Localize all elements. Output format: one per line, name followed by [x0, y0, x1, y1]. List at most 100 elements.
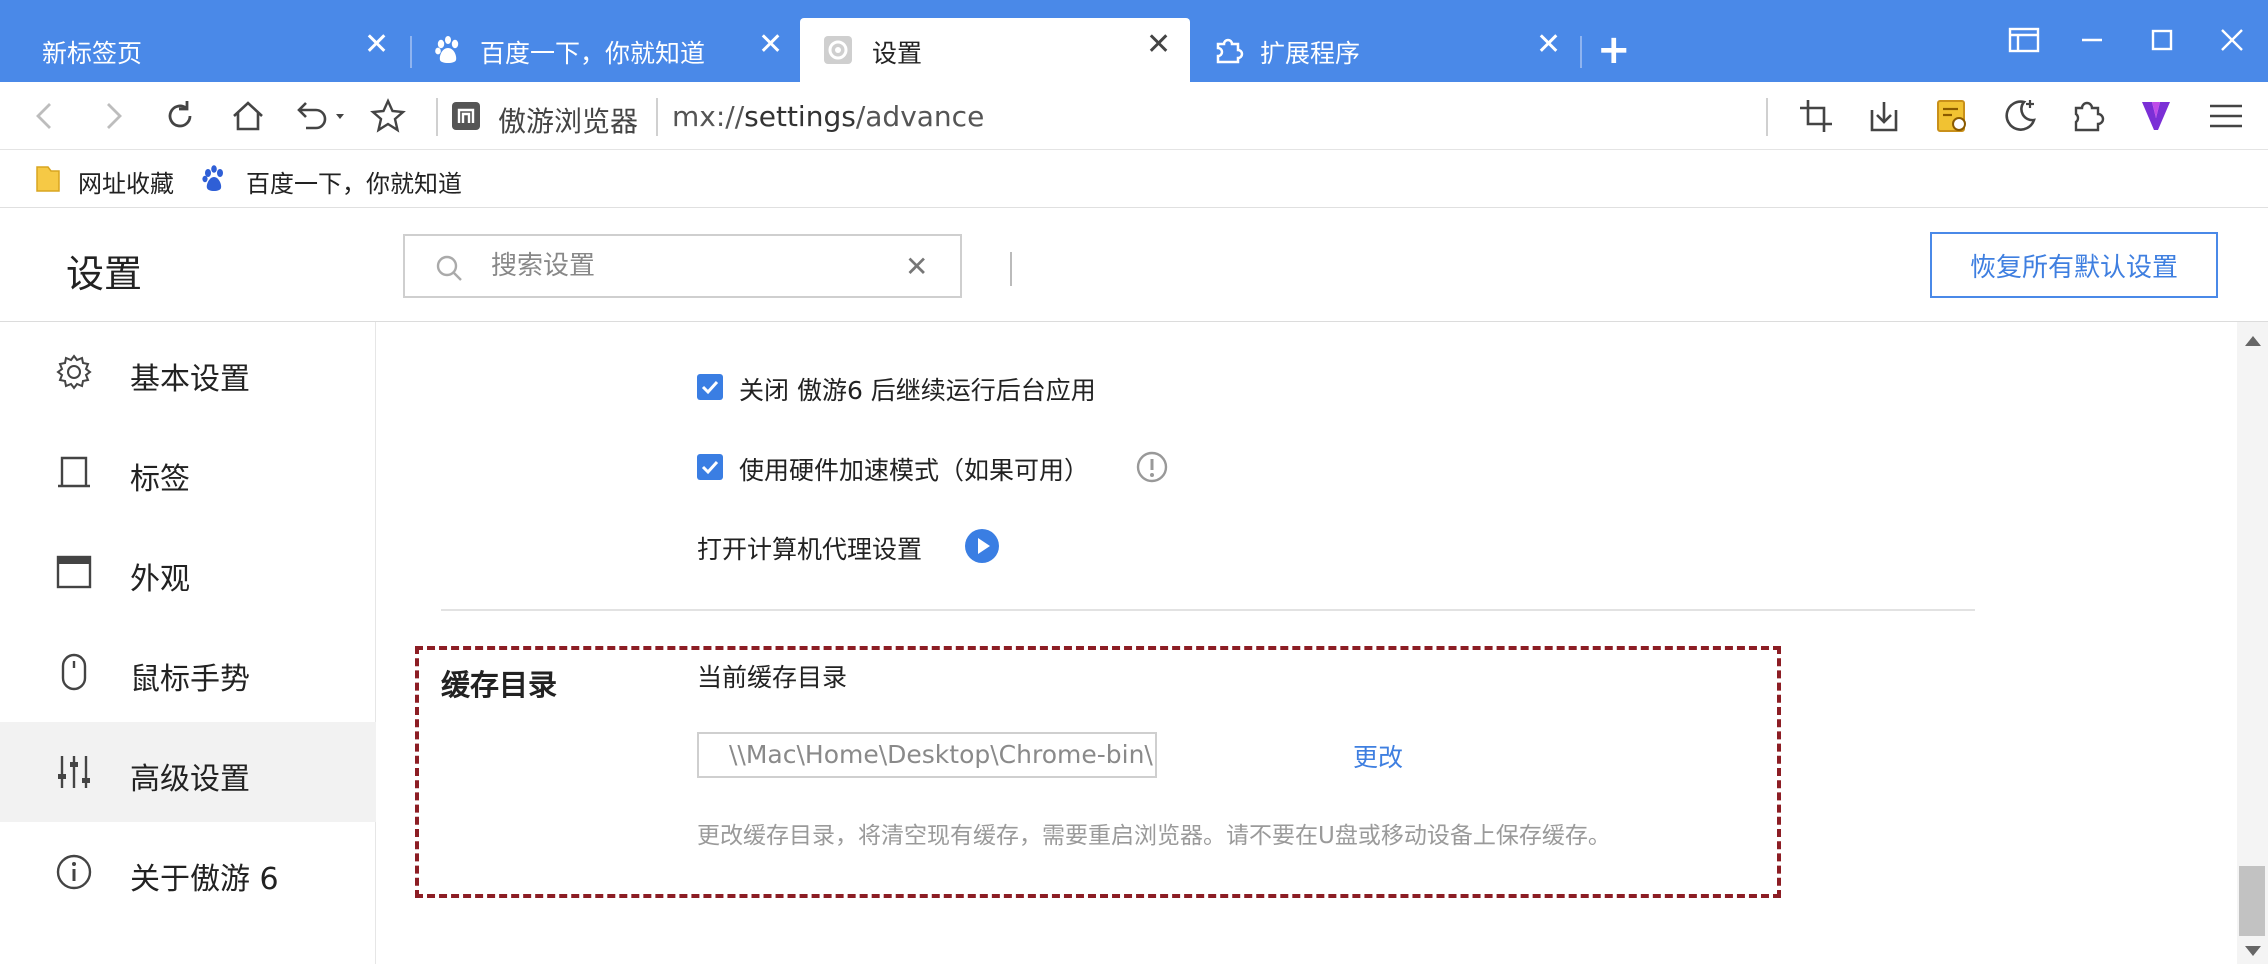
search-icon: [436, 255, 462, 281]
scroll-up-arrow-icon[interactable]: [2245, 336, 2261, 346]
notes-icon[interactable]: [1932, 96, 1972, 136]
url-field[interactable]: mx://settings/advance: [672, 100, 984, 133]
screenshot-icon[interactable]: [1796, 96, 1836, 136]
title-bar: 新标签页 ✕ 百度一下，你就知道 ✕ 设置 ✕ 扩展程序 ✕ +: [0, 0, 2268, 82]
gear-icon: [56, 354, 92, 390]
site-name: 傲游浏览器: [498, 105, 639, 138]
settings-content: 关闭 傲游6 后继续运行后台应用 使用硬件加速模式（如果可用） 打开计算机代理设…: [377, 322, 2237, 964]
url-path: /advance: [855, 100, 985, 133]
section-divider: [441, 609, 1975, 611]
close-window-icon[interactable]: [2212, 20, 2252, 60]
sidebar-item-label: 高级设置: [130, 762, 250, 797]
checkmark-icon: [701, 380, 719, 395]
new-tab-button[interactable]: +: [1597, 30, 1631, 70]
tab-label: 百度一下，你就知道: [480, 39, 706, 68]
tab-list-icon[interactable]: [2004, 20, 2044, 60]
close-tab-icon[interactable]: ✕: [1536, 30, 1561, 60]
hardware-accel-setting: 使用硬件加速模式（如果可用）: [697, 447, 1089, 487]
night-mode-icon[interactable]: [2000, 96, 2040, 136]
tab-baidu[interactable]: 百度一下，你就知道 ✕: [414, 18, 798, 82]
sidebar-item-basic[interactable]: 基本设置: [0, 322, 376, 422]
proxy-settings-label: 打开计算机代理设置: [697, 535, 923, 564]
puzzle-icon: [1216, 38, 1244, 64]
v-extension-icon[interactable]: [2136, 96, 2176, 136]
tab-icon: [58, 456, 90, 488]
sidebar-item-label: 基本设置: [130, 362, 250, 397]
bookmark-folder[interactable]: 网址收藏: [78, 164, 174, 199]
undo-close-tab-icon[interactable]: [290, 96, 350, 136]
cache-path-field[interactable]: \\Mac\Home\Desktop\Chrome-bin\User Data\…: [697, 732, 1157, 778]
toolbar-separator: [1766, 98, 1768, 136]
scroll-down-arrow-icon[interactable]: [2245, 946, 2261, 956]
maxthon-logo-icon: [452, 102, 480, 130]
warning-info-icon[interactable]: [1135, 450, 1169, 484]
mouse-icon: [61, 653, 87, 691]
close-tab-icon[interactable]: ✕: [1146, 30, 1171, 60]
bookmark-star-icon[interactable]: [368, 96, 408, 136]
settings-header: 设置 ✕ 恢复所有默认设置: [0, 208, 2268, 322]
reload-icon[interactable]: [160, 96, 200, 136]
sidebar-item-about[interactable]: 关于傲游 6: [0, 822, 376, 922]
sidebar-item-label: 关于傲游 6: [130, 862, 279, 897]
baidu-paw-icon: [435, 36, 459, 63]
background-apps-label: 关闭 傲游6 后继续运行后台应用: [739, 376, 1096, 405]
window-icon: [56, 555, 92, 589]
sidebar-item-mouse-gestures[interactable]: 鼠标手势: [0, 622, 376, 722]
home-icon[interactable]: [228, 96, 268, 136]
bookmarks-bar: 网址收藏 百度一下，你就知道: [0, 150, 2268, 208]
download-icon[interactable]: [1864, 96, 1904, 136]
url-prefix: mx://: [672, 100, 745, 133]
tab-label: 新标签页: [42, 39, 143, 68]
back-icon[interactable]: [26, 96, 66, 136]
checkmark-icon: [701, 460, 719, 475]
close-tab-icon[interactable]: ✕: [758, 30, 783, 60]
background-apps-setting: 关闭 傲游6 后继续运行后台应用: [697, 367, 1096, 407]
sliders-icon: [58, 756, 90, 788]
content-scrollbar[interactable]: [2237, 322, 2268, 964]
sidebar-item-tabs[interactable]: 标签: [0, 422, 376, 522]
tab-separator: [410, 36, 412, 68]
sidebar-item-appearance[interactable]: 外观: [0, 522, 376, 622]
tab-extensions[interactable]: 扩展程序 ✕: [1192, 18, 1580, 82]
minimize-icon[interactable]: [2072, 20, 2112, 60]
baidu-paw-icon: [202, 165, 223, 191]
url-separator: [436, 98, 438, 136]
tab-new-tab[interactable]: 新标签页 ✕: [0, 18, 398, 82]
gear-icon: [824, 36, 852, 64]
settings-sidebar: 基本设置 标签 外观 鼠标手势 高级设置 关于傲游 6: [0, 322, 376, 964]
page-title: 设置: [66, 252, 143, 296]
change-cache-link[interactable]: 更改: [1353, 738, 1403, 774]
address-bar: 傲游浏览器 mx://settings/advance: [0, 82, 2268, 150]
cache-hint-text: 更改缓存目录，将清空现有缓存，需要重启浏览器。请不要在U盘或移动设备上保存缓存。: [697, 823, 1611, 849]
tab-settings[interactable]: 设置 ✕: [800, 18, 1190, 82]
search-input[interactable]: [491, 246, 871, 286]
extensions-icon[interactable]: [2068, 96, 2108, 136]
clear-search-icon[interactable]: ✕: [905, 250, 928, 283]
reset-defaults-button[interactable]: 恢复所有默认设置: [1930, 232, 2218, 298]
sidebar-item-label: 标签: [130, 462, 190, 497]
tab-label: 设置: [872, 39, 923, 68]
sidebar-item-label: 鼠标手势: [130, 662, 250, 697]
open-proxy-button-icon[interactable]: [964, 528, 1000, 564]
bookmark-baidu[interactable]: 百度一下，你就知道: [246, 164, 462, 199]
url-host: settings: [744, 100, 856, 133]
tab-label: 扩展程序: [1260, 39, 1361, 68]
sidebar-item-advanced[interactable]: 高级设置: [0, 722, 376, 822]
cache-current-label: 当前缓存目录: [697, 663, 848, 692]
hardware-accel-checkbox[interactable]: [697, 454, 723, 480]
tab-separator: [1580, 36, 1582, 68]
menu-icon[interactable]: [2206, 96, 2246, 136]
forward-icon[interactable]: [92, 96, 132, 136]
search-box[interactable]: ✕: [403, 234, 962, 298]
info-icon: [56, 854, 92, 890]
url-separator: [656, 98, 658, 136]
cache-section-title: 缓存目录: [441, 668, 558, 702]
hardware-accel-label: 使用硬件加速模式（如果可用）: [739, 456, 1090, 485]
background-apps-checkbox[interactable]: [697, 374, 723, 400]
maximize-icon[interactable]: [2142, 20, 2182, 60]
scrollbar-thumb[interactable]: [2239, 866, 2265, 936]
header-separator: [1010, 252, 1012, 286]
close-tab-icon[interactable]: ✕: [364, 30, 389, 60]
folder-icon: [36, 166, 60, 192]
sidebar-item-label: 外观: [130, 562, 190, 597]
